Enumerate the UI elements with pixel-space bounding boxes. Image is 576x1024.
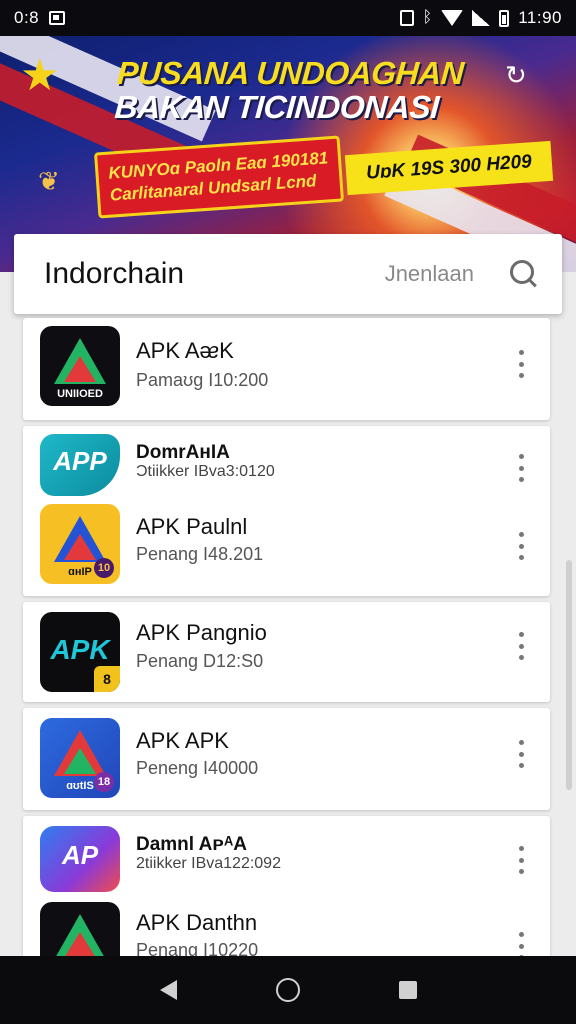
battery-icon — [499, 9, 510, 27]
app-card[interactable]: UNIIOED APK AᴂK Pamaʊg I10:200 — [23, 318, 550, 420]
wifi-icon — [441, 10, 464, 26]
back-icon[interactable] — [159, 980, 177, 1000]
app-name: APK Paulnl — [136, 514, 248, 539]
app-subtitle: 2tiikker IBva122:092 — [136, 855, 281, 872]
app-card[interactable]: AP Damnl AᴩᴬA 2tiikker IBva122:092 APK D… — [23, 816, 550, 982]
app-subtitle: Penang D12:S0 — [136, 651, 264, 671]
app-icon: ɑʜIP 10 — [40, 504, 120, 584]
more-icon[interactable] — [513, 454, 529, 482]
scrollbar[interactable] — [566, 560, 572, 790]
app-icon-badge: 18 — [94, 772, 114, 792]
app-icon: AP — [40, 826, 120, 892]
bluetooth-icon: ᛒ — [422, 9, 433, 26]
more-icon[interactable] — [513, 350, 529, 378]
app-subtitle: Penang I48.201 — [136, 544, 264, 564]
status-time: 11:90 — [518, 8, 562, 27]
app-icon: APK 8 — [40, 612, 120, 692]
app-subtitle: Peneng I40000 — [136, 758, 259, 778]
banner-title: PUSANA UNDOAGHAN BAKAN TICINDONASI — [113, 55, 465, 125]
app-icon: APP — [40, 434, 120, 496]
app-card[interactable]: APP DomrAʜIA Ɔtiikker IBva3:0120 ɑʜIP 10… — [23, 426, 550, 596]
app-name: APK Danthn — [136, 910, 258, 935]
app-icon-text: APP — [53, 446, 107, 476]
refresh-icon[interactable]: ↻ — [505, 60, 527, 91]
app-icon-label: UNIIOED — [57, 388, 103, 400]
image-icon — [49, 11, 66, 25]
app-icon-badge: 10 — [94, 558, 114, 578]
app-icon: UNIIOED — [40, 326, 120, 406]
app-name: Damnl AᴩᴬA — [136, 834, 247, 855]
app-card[interactable]: ɑʊtIS 18 APK APK Peneng I40000 — [23, 708, 550, 810]
banner-title-line1: PUSANA UNDOAGHAN — [115, 55, 465, 91]
search-bar[interactable]: Indorchain Jnenlaan — [14, 234, 562, 314]
bird-icon: ❦ — [38, 166, 60, 196]
navigation-bar — [0, 956, 576, 1024]
banner-title-line2: BAKAN TICINDONASI — [113, 89, 441, 125]
signal-icon — [472, 10, 491, 26]
app-icon-badge: 8 — [94, 666, 120, 692]
app-subtitle: Pamaʊg I10:200 — [136, 370, 269, 390]
star-icon: ★ — [20, 51, 60, 100]
app-card[interactable]: APK 8 APK Pangnio Penang D12:S0 — [23, 602, 550, 702]
app-icon: ɑʊtIS 18 — [40, 718, 120, 798]
status-left-text: 0:8 — [14, 8, 40, 27]
more-icon[interactable] — [513, 532, 529, 560]
search-icon[interactable] — [510, 260, 538, 288]
app-name: DomrAʜIA — [136, 442, 230, 463]
recent-apps-icon[interactable] — [398, 981, 417, 999]
app-name: APK Pangnio — [136, 620, 267, 645]
app-subtitle: Ɔtiikker IBva3:0120 — [136, 463, 275, 480]
home-icon[interactable] — [275, 978, 300, 1002]
search-title: Indorchain — [44, 257, 185, 290]
app-icon-text: AP — [61, 840, 99, 870]
vibrate-icon — [399, 10, 414, 26]
app-name: APK APK — [136, 728, 229, 753]
status-bar: 0:8 ᛒ 11:90 — [0, 0, 576, 36]
app-icon-text: APK — [50, 634, 110, 665]
search-hint[interactable]: Jnenlaan — [385, 261, 474, 287]
more-icon[interactable] — [513, 632, 529, 660]
more-icon[interactable] — [513, 846, 529, 874]
app-name: APK AᴂK — [136, 338, 234, 363]
more-icon[interactable] — [513, 740, 529, 768]
